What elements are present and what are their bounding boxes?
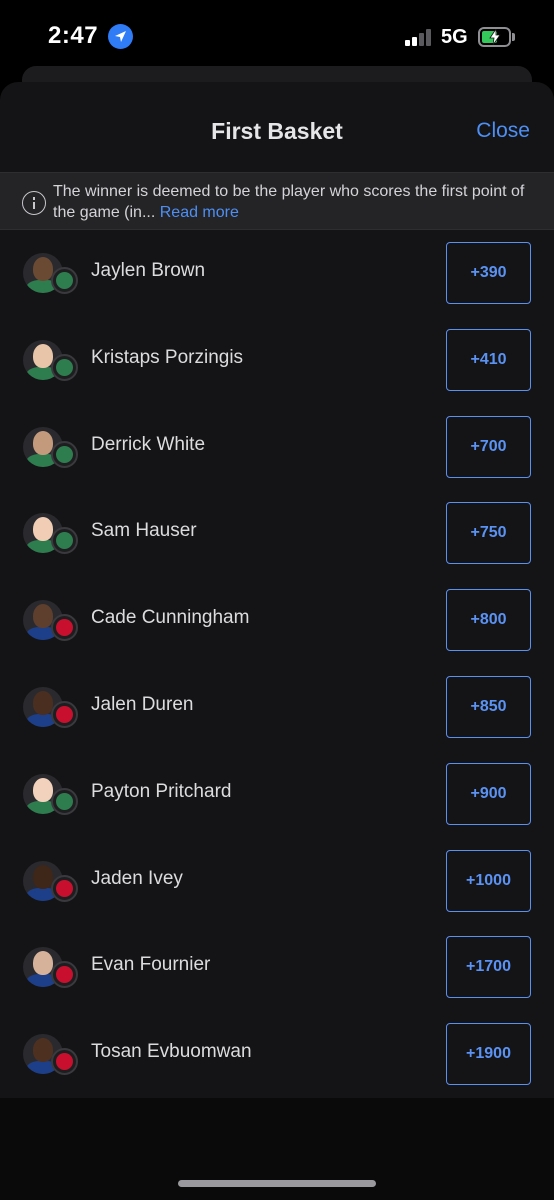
player-name: Evan Fournier: [91, 954, 211, 976]
pistons-logo-icon: [51, 614, 78, 642]
player-row: Cade Cunningham +800: [0, 577, 554, 664]
player-name: Tosan Evbuomwan: [91, 1041, 252, 1063]
pistons-logo-icon: [51, 961, 78, 989]
network-type: 5G: [441, 26, 468, 48]
info-description: The winner is deemed to be the player wh…: [53, 183, 525, 221]
player-name: Derrick White: [91, 433, 206, 455]
player-name: Payton Pritchard: [91, 780, 232, 802]
odds-button[interactable]: +390: [446, 242, 531, 304]
odds-button[interactable]: +800: [446, 589, 531, 652]
location-arrow-icon: [108, 24, 133, 49]
player-name: Jaden Ivey: [91, 867, 183, 889]
odds-button[interactable]: +1700: [446, 936, 531, 999]
odds-button[interactable]: +850: [446, 676, 531, 738]
player-name: Jalen Duren: [91, 694, 194, 715]
odds-button[interactable]: +1000: [446, 849, 531, 912]
status-time: 2:47: [48, 22, 99, 49]
player-row: Sam Hauser +750: [0, 490, 554, 577]
info-icon: [22, 191, 46, 215]
celtics-logo-icon: [51, 787, 78, 815]
read-more-link[interactable]: Read more: [160, 204, 239, 221]
odds-button[interactable]: +1900: [446, 1023, 531, 1086]
info-text: The winner is deemed to be the player wh…: [53, 182, 543, 223]
player-row: Jalen Duren +850: [0, 664, 554, 751]
close-button[interactable]: Close: [476, 119, 530, 143]
celtics-logo-icon: [51, 440, 78, 468]
pistons-logo-icon: [51, 1048, 78, 1076]
celtics-logo-icon: [51, 353, 78, 381]
celtics-logo-icon: [51, 267, 78, 294]
battery-charging-icon: [478, 27, 511, 47]
info-banner: The winner is deemed to be the player wh…: [0, 172, 554, 230]
player-name: Cade Cunningham: [91, 607, 250, 629]
celtics-logo-icon: [51, 527, 78, 555]
odds-button[interactable]: +700: [446, 415, 531, 478]
sheet-title: First Basket: [211, 118, 343, 144]
player-row: Evan Fournier +1700: [0, 924, 554, 1011]
player-name: Kristaps Porzingis: [91, 346, 244, 368]
player-row: Kristaps Porzingis +410: [0, 317, 554, 404]
player-name: Sam Hauser: [91, 520, 197, 542]
battery-cap: [512, 33, 515, 41]
player-row: Tosan Evbuomwan +1900: [0, 1011, 554, 1098]
pistons-logo-icon: [51, 874, 78, 902]
odds-button[interactable]: +750: [446, 502, 531, 565]
player-row: Jaden Ivey +1000: [0, 838, 554, 925]
signal-strength-icon: [405, 29, 433, 46]
status-bar: 2:47 5G: [0, 0, 554, 70]
odds-button[interactable]: +900: [446, 762, 531, 825]
player-row: Jaylen Brown +390: [0, 230, 554, 317]
player-row: Payton Pritchard +900: [0, 751, 554, 838]
home-indicator[interactable]: [178, 1180, 376, 1187]
odds-button[interactable]: +410: [446, 328, 531, 391]
player-row: Derrick White +700: [0, 404, 554, 491]
pistons-logo-icon: [51, 701, 78, 728]
player-name: Jaylen Brown: [91, 260, 206, 281]
